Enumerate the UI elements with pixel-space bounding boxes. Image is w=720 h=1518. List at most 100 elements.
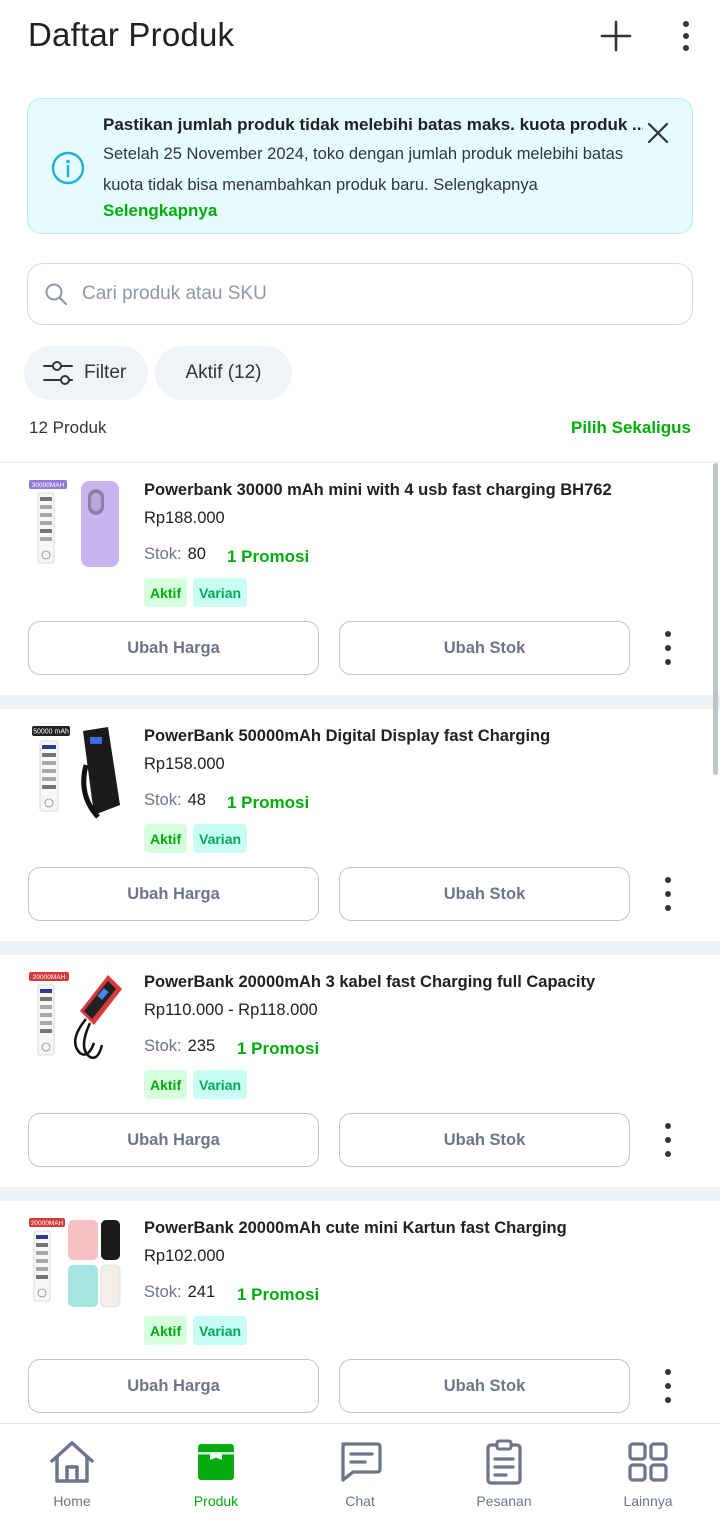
edit-stock-button[interactable]: Ubah Stok (339, 1113, 630, 1167)
product-price: Rp158.000 (144, 755, 225, 773)
edit-stock-button[interactable]: Ubah Stok (339, 621, 630, 675)
banner-title: Pastikan jumlah produk tidak melebihi ba… (103, 115, 643, 134)
status-badge-active: Aktif (144, 578, 188, 607)
product-stock: Stok: 80 (144, 545, 206, 564)
stock-value: 80 (187, 545, 206, 563)
status-badge-active: Aktif (144, 1316, 188, 1345)
edit-price-button[interactable]: Ubah Harga (28, 867, 319, 921)
product-card[interactable]: 50000 mAh PowerBank 50000mAh Digital Dis… (0, 709, 720, 941)
nav-home[interactable]: Home (0, 1424, 144, 1518)
product-name[interactable]: PowerBank 50000mAh Digital Display fast … (144, 727, 704, 746)
nav-chat[interactable]: Chat (288, 1424, 432, 1518)
nav-produk-label: Produk (193, 1493, 239, 1509)
product-price: Rp102.000 (144, 1247, 225, 1265)
edit-stock-button[interactable]: Ubah Stok (339, 867, 630, 921)
edit-price-button[interactable]: Ubah Harga (28, 1113, 319, 1167)
order-clipboard-icon (486, 1439, 522, 1485)
filter-sliders-icon (43, 361, 73, 385)
product-more-button[interactable] (652, 1366, 684, 1406)
promo-link[interactable]: 1 Promosi (227, 547, 309, 567)
vertical-dots-icon (665, 1123, 671, 1157)
product-thumbnail[interactable]: 20000MAH (28, 971, 122, 1065)
thumb-capacity-tag: 50000 mAh (33, 729, 69, 736)
status-badge-active: Aktif (144, 1070, 188, 1099)
search-bar (27, 263, 693, 325)
vertical-dots-icon (665, 1369, 671, 1403)
product-thumbnail[interactable]: 20000MAH (28, 1217, 122, 1311)
product-more-button[interactable] (652, 628, 684, 668)
nav-pesanan-label: Pesanan (476, 1493, 532, 1509)
promo-link[interactable]: 1 Promosi (227, 793, 309, 813)
product-stock: Stok: 235 (144, 1037, 215, 1056)
product-count: 12 Produk (29, 418, 107, 437)
variant-badge: Varian (193, 1316, 248, 1345)
stock-value: 241 (187, 1283, 216, 1301)
nav-lainnya[interactable]: Lainnya (576, 1424, 720, 1518)
stock-label: Stok: (144, 1037, 182, 1055)
chat-icon (341, 1442, 382, 1482)
product-more-button[interactable] (652, 1120, 684, 1160)
info-icon (51, 151, 85, 185)
product-list: 30000MAH Powerbank 30000 mAh mini with 4… (0, 463, 720, 1423)
plus-icon (600, 20, 632, 52)
nav-pesanan[interactable]: Pesanan (432, 1424, 576, 1518)
product-name[interactable]: Powerbank 30000 mAh mini with 4 usb fast… (144, 481, 704, 500)
variant-badge: Varian (193, 824, 248, 853)
nav-lainnya-label: Lainnya (623, 1493, 673, 1509)
status-active-chip[interactable]: Aktif (12) (155, 346, 292, 400)
edit-price-button[interactable]: Ubah Harga (28, 1359, 319, 1413)
stock-label: Stok: (144, 791, 182, 809)
grid-icon (628, 1442, 668, 1482)
banner-text: Setelah 25 November 2024, toko dengan ju… (103, 145, 624, 194)
card-separator (0, 695, 720, 709)
product-thumbnail[interactable]: 30000MAH (28, 479, 122, 573)
product-price: Rp110.000 - Rp118.000 (144, 1001, 318, 1019)
search-input[interactable] (82, 274, 672, 314)
thumb-capacity-tag: 30000MAH (32, 482, 65, 489)
select-all-button[interactable]: Pilih Sekaligus (571, 418, 691, 438)
nav-produk[interactable]: Produk (144, 1424, 288, 1518)
variant-badge: Varian (193, 578, 248, 607)
page-title: Daftar Produk (28, 16, 235, 53)
product-box-icon (198, 1444, 234, 1480)
list-scrollbar[interactable] (713, 463, 718, 775)
product-card[interactable]: 20000MAH PowerBank 20000mAh cute mini Ka… (0, 1201, 720, 1423)
search-icon (45, 283, 68, 306)
banner-close-button[interactable] (642, 117, 674, 149)
vertical-dots-icon (665, 877, 671, 911)
product-stock: Stok: 241 (144, 1283, 215, 1302)
stock-value: 235 (187, 1037, 216, 1055)
vertical-dots-icon (665, 631, 671, 665)
close-icon (647, 122, 669, 144)
status-active-chip-label: Aktif (12) (185, 362, 262, 383)
product-price: Rp188.000 (144, 509, 225, 527)
stock-label: Stok: (144, 1283, 182, 1301)
product-stock: Stok: 48 (144, 791, 206, 810)
card-separator (0, 1187, 720, 1201)
edit-stock-button[interactable]: Ubah Stok (339, 1359, 630, 1413)
promo-link[interactable]: 1 Promosi (237, 1285, 319, 1305)
filter-chip[interactable]: Filter (24, 346, 148, 400)
product-more-button[interactable] (652, 874, 684, 914)
promo-link[interactable]: 1 Promosi (237, 1039, 319, 1059)
banner-learn-more-link[interactable]: Selengkapnya (103, 201, 217, 221)
product-name[interactable]: PowerBank 20000mAh 3 kabel fast Charging… (144, 973, 704, 992)
product-thumbnail[interactable]: 50000 mAh (28, 725, 122, 819)
status-badge-active: Aktif (144, 824, 188, 853)
bottom-navigation: Home Produk Chat Pesanan Lainnya (0, 1423, 720, 1518)
add-product-button[interactable] (596, 16, 636, 56)
product-card[interactable]: 30000MAH Powerbank 30000 mAh mini with 4… (0, 463, 720, 695)
app-header: Daftar Produk (0, 0, 720, 76)
variant-badge: Varian (193, 1070, 248, 1099)
edit-price-button[interactable]: Ubah Harga (28, 621, 319, 675)
more-options-button[interactable] (666, 16, 706, 56)
product-name[interactable]: PowerBank 20000mAh cute mini Kartun fast… (144, 1219, 704, 1238)
stock-label: Stok: (144, 545, 182, 563)
thumb-capacity-tag: 20000MAH (31, 1220, 64, 1227)
quota-info-banner: Pastikan jumlah produk tidak melebihi ba… (27, 98, 693, 234)
vertical-dots-icon (683, 21, 689, 51)
filter-chip-label: Filter (84, 362, 127, 383)
card-separator (0, 941, 720, 955)
product-card[interactable]: 20000MAH PowerBank 20000mAh 3 kabel fast… (0, 955, 720, 1187)
stock-value: 48 (187, 791, 206, 809)
